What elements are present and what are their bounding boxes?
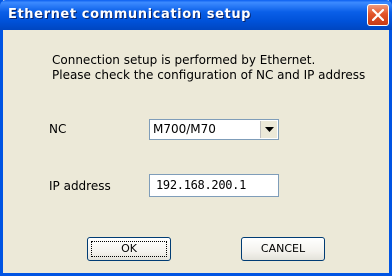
ip-label: IP address bbox=[49, 179, 111, 193]
chevron-down-icon bbox=[265, 127, 274, 132]
message-line-2: Please check the configuration of NC and… bbox=[52, 68, 366, 82]
title-bar[interactable]: Ethernet communication setup bbox=[0, 0, 392, 30]
nc-select-value: M700/M70 bbox=[153, 122, 216, 136]
cancel-button[interactable]: CANCEL bbox=[241, 237, 325, 261]
close-button[interactable] bbox=[367, 4, 389, 26]
message-line-1: Connection setup is performed by Etherne… bbox=[52, 53, 316, 67]
dropdown-button[interactable] bbox=[260, 121, 277, 138]
nc-select[interactable]: M700/M70 bbox=[149, 119, 279, 140]
dialog-window: Ethernet communication setup Connection … bbox=[0, 0, 392, 276]
ip-address-input[interactable]: 192.168.200.1 bbox=[149, 174, 279, 197]
ok-button[interactable]: OK bbox=[87, 237, 171, 261]
nc-label: NC bbox=[49, 122, 67, 136]
focus-rect bbox=[91, 241, 167, 257]
cancel-button-label: CANCEL bbox=[260, 242, 306, 255]
window-title: Ethernet communication setup bbox=[8, 7, 252, 22]
close-icon bbox=[372, 9, 384, 21]
ip-address-value: 192.168.200.1 bbox=[156, 178, 247, 192]
